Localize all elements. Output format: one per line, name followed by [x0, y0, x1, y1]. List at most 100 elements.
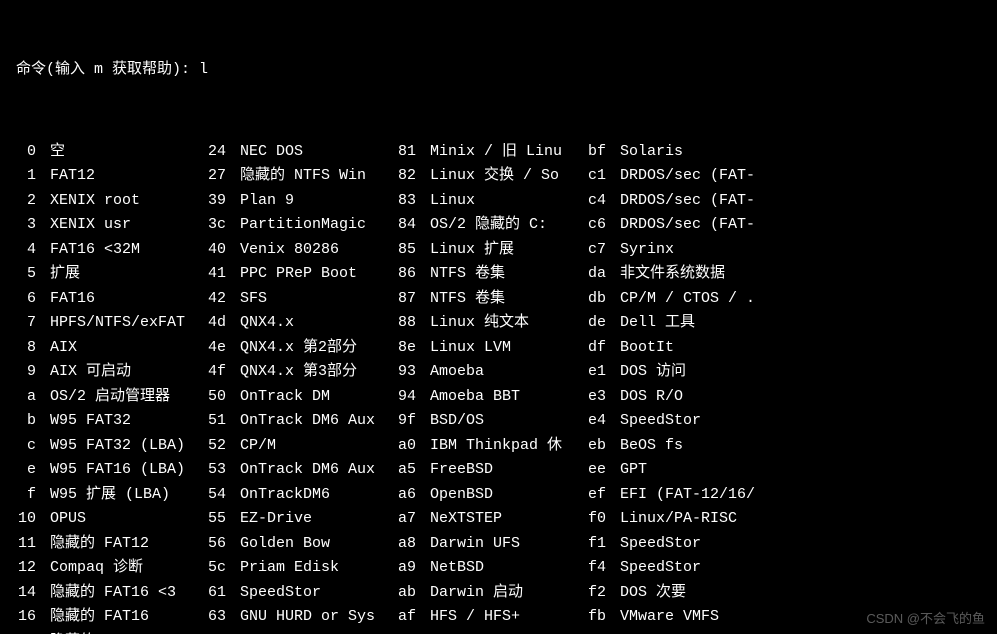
partition-name: FAT16	[50, 288, 202, 311]
partition-name: SpeedStor	[240, 582, 392, 605]
partition-code: c1	[586, 165, 616, 188]
partition-name: DOS R/O	[620, 386, 800, 409]
partition-name: Linux 纯文本	[430, 312, 582, 335]
partition-name: OS/2 启动管理器	[50, 386, 202, 409]
partition-code: 42	[206, 288, 236, 311]
partition-code: da	[586, 263, 616, 286]
partition-code: ef	[586, 484, 616, 507]
partition-code: 86	[396, 263, 426, 286]
partition-name: Linux/PA-RISC	[620, 508, 800, 531]
partition-name: Darwin 启动	[430, 582, 582, 605]
partition-code: 56	[206, 533, 236, 556]
partition-code: 52	[206, 435, 236, 458]
partition-code: a0	[396, 435, 426, 458]
partition-code: 0	[16, 141, 46, 164]
terminal-output: 命令(输入 m 获取帮助): l 0空24NEC DOS81Minix / 旧 …	[0, 0, 997, 634]
partition-name: EFI (FAT-12/16/	[620, 484, 800, 507]
partition-name: W95 FAT32 (LBA)	[50, 435, 202, 458]
partition-code: 5	[16, 263, 46, 286]
partition-code: a8	[396, 533, 426, 556]
partition-code: 24	[206, 141, 236, 164]
partition-code: 63	[206, 606, 236, 629]
partition-code: df	[586, 337, 616, 360]
partition-name: Priam Edisk	[240, 557, 392, 580]
partition-name: IBM Thinkpad 休	[430, 435, 582, 458]
partition-code: 9	[16, 361, 46, 384]
partition-code: f2	[586, 582, 616, 605]
partition-name: HFS / HFS+	[430, 606, 582, 629]
partition-code: 85	[396, 239, 426, 262]
partition-code: 88	[396, 312, 426, 335]
partition-code: 40	[206, 239, 236, 262]
partition-code: 6	[16, 288, 46, 311]
partition-code: c6	[586, 214, 616, 237]
partition-name: OS/2 隐藏的 C:	[430, 214, 582, 237]
partition-code: de	[586, 312, 616, 335]
partition-name: Compaq 诊断	[50, 557, 202, 580]
partition-code: a6	[396, 484, 426, 507]
partition-name: NeXTSTEP	[430, 508, 582, 531]
partition-name: PartitionMagic	[240, 214, 392, 237]
partition-code: db	[586, 288, 616, 311]
partition-name: Linux	[430, 190, 582, 213]
partition-name: OnTrack DM6 Aux	[240, 410, 392, 433]
partition-code: 54	[206, 484, 236, 507]
partition-name: Linux 扩展	[430, 239, 582, 262]
partition-name: CP/M	[240, 435, 392, 458]
partition-code: 16	[16, 606, 46, 629]
partition-name: Minix / 旧 Linu	[430, 141, 582, 164]
partition-name: 隐藏的 FAT16	[50, 606, 202, 629]
partition-code: e1	[586, 361, 616, 384]
partition-name: OnTrackDM6	[240, 484, 392, 507]
command-prompt[interactable]: 命令(输入 m 获取帮助): l	[16, 59, 981, 82]
partition-code: 8	[16, 337, 46, 360]
partition-name: QNX4.x 第2部分	[240, 337, 392, 360]
partition-name: W95 FAT16 (LBA)	[50, 459, 202, 482]
partition-name: Linux LVM	[430, 337, 582, 360]
partition-code: 14	[16, 582, 46, 605]
partition-name: OnTrack DM6 Aux	[240, 459, 392, 482]
partition-code: b7	[396, 631, 426, 634]
partition-code: 4	[16, 239, 46, 262]
partition-code: e	[16, 459, 46, 482]
partition-name: BeOS fs	[620, 435, 800, 458]
partition-name: SpeedStor	[620, 533, 800, 556]
partition-name: Linux 交换 / So	[430, 165, 582, 188]
partition-name: 隐藏的 HPFS/NTF	[50, 631, 202, 634]
partition-code: 55	[206, 508, 236, 531]
partition-name: GPT	[620, 459, 800, 482]
partition-code: 53	[206, 459, 236, 482]
partition-code: 3c	[206, 214, 236, 237]
partition-name: NTFS 卷集	[430, 263, 582, 286]
partition-name: QNX4.x	[240, 312, 392, 335]
partition-name: 空	[50, 141, 202, 164]
partition-type-table: 0空24NEC DOS81Minix / 旧 LinubfSolaris1FAT…	[16, 141, 981, 634]
partition-code: 7	[16, 312, 46, 335]
partition-code: 81	[396, 141, 426, 164]
partition-code: e3	[586, 386, 616, 409]
partition-name: Novell Netware	[240, 631, 392, 634]
partition-code: f4	[586, 557, 616, 580]
partition-name: BSD/OS	[430, 410, 582, 433]
partition-code: 51	[206, 410, 236, 433]
partition-name: Venix 80286	[240, 239, 392, 262]
partition-code: f	[16, 484, 46, 507]
partition-code: ee	[586, 459, 616, 482]
partition-code: a5	[396, 459, 426, 482]
partition-code: 83	[396, 190, 426, 213]
partition-code: bf	[586, 141, 616, 164]
partition-name: DRDOS/sec (FAT-	[620, 165, 800, 188]
partition-name: 隐藏的 FAT12	[50, 533, 202, 556]
partition-code: 41	[206, 263, 236, 286]
partition-code: af	[396, 606, 426, 629]
partition-name: NTFS 卷集	[430, 288, 582, 311]
partition-name: SpeedStor	[620, 410, 800, 433]
partition-name: OPUS	[50, 508, 202, 531]
partition-name: OnTrack DM	[240, 386, 392, 409]
partition-code: ab	[396, 582, 426, 605]
partition-name: FAT12	[50, 165, 202, 188]
partition-name: 隐藏的 FAT16 <3	[50, 582, 202, 605]
partition-code: 94	[396, 386, 426, 409]
partition-code: fb	[586, 606, 616, 629]
partition-name: 隐藏的 NTFS Win	[240, 165, 392, 188]
